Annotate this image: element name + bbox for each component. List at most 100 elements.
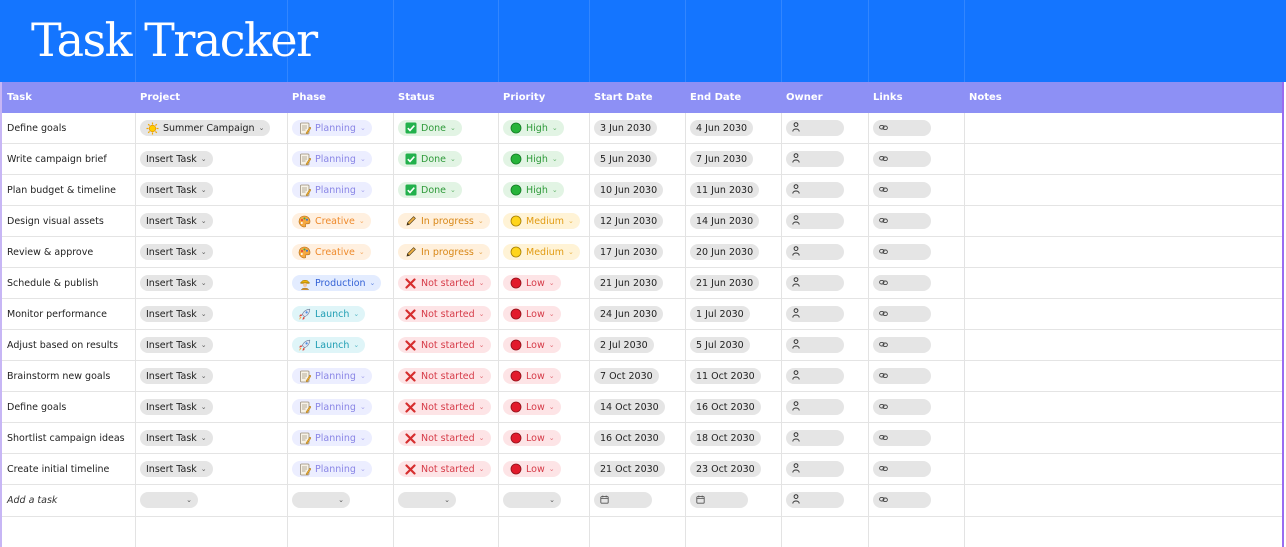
links-field[interactable] — [873, 151, 931, 167]
status-select[interactable]: Not started ⌄ — [398, 430, 491, 446]
status-select[interactable]: Not started ⌄ — [398, 368, 491, 384]
task-name[interactable]: Write campaign brief — [7, 154, 107, 165]
start-date[interactable]: 16 Oct 2030 — [594, 430, 665, 446]
status-select[interactable]: In progress ⌄ — [398, 244, 490, 260]
project-select[interactable]: Insert Task ⌄ — [140, 275, 213, 291]
owner-field[interactable] — [786, 399, 844, 415]
phase-select[interactable]: Planning ⌄ — [292, 120, 372, 136]
end-date[interactable]: 5 Jul 2030 — [690, 337, 750, 353]
owner-field[interactable] — [786, 213, 844, 229]
status-select[interactable]: Done ⌄ — [398, 120, 462, 136]
end-date[interactable]: 7 Jun 2030 — [690, 151, 754, 167]
priority-select[interactable]: Low ⌄ — [503, 275, 561, 291]
phase-select[interactable]: Launch ⌄ — [292, 306, 366, 322]
end-date[interactable]: 11 Jun 2030 — [690, 182, 760, 198]
project-select[interactable]: Summer Campaign ⌄ — [140, 120, 271, 136]
start-date[interactable]: 2 Jul 2030 — [594, 337, 654, 353]
task-name[interactable]: Brainstorm new goals — [7, 371, 110, 382]
links-field[interactable] — [873, 306, 931, 322]
column-header-start-date[interactable]: Start Date — [589, 82, 685, 113]
column-header-owner[interactable]: Owner — [781, 82, 868, 113]
cell-notes[interactable] — [964, 454, 1282, 484]
cell-notes[interactable] — [964, 144, 1282, 174]
cell-notes[interactable] — [964, 113, 1282, 143]
status-select[interactable]: Not started ⌄ — [398, 275, 491, 291]
empty-date-field[interactable] — [690, 492, 748, 508]
cell-notes[interactable] — [964, 392, 1282, 422]
column-header-links[interactable]: Links — [868, 82, 964, 113]
cell-notes[interactable] — [964, 206, 1282, 236]
task-name[interactable]: Adjust based on results — [7, 340, 118, 351]
start-date[interactable]: 12 Jun 2030 — [594, 213, 664, 229]
cell-notes[interactable] — [964, 237, 1282, 267]
end-date[interactable]: 11 Oct 2030 — [690, 368, 761, 384]
column-header-task[interactable]: Task — [2, 82, 135, 113]
links-field[interactable] — [873, 492, 931, 508]
priority-select[interactable]: High ⌄ — [503, 120, 564, 136]
cell-notes[interactable] — [964, 268, 1282, 298]
status-select[interactable]: Done ⌄ — [398, 182, 462, 198]
priority-select[interactable]: Low ⌄ — [503, 430, 561, 446]
links-field[interactable] — [873, 120, 931, 136]
links-field[interactable] — [873, 399, 931, 415]
owner-field[interactable] — [786, 275, 844, 291]
phase-select[interactable]: Production ⌄ — [292, 275, 382, 291]
status-select[interactable]: Not started ⌄ — [398, 461, 491, 477]
priority-select[interactable]: High ⌄ — [503, 182, 564, 198]
priority-select[interactable]: Low ⌄ — [503, 306, 561, 322]
project-select[interactable]: Insert Task ⌄ — [140, 182, 213, 198]
owner-field[interactable] — [786, 461, 844, 477]
priority-select[interactable]: Low ⌄ — [503, 337, 561, 353]
priority-select[interactable]: Low ⌄ — [503, 368, 561, 384]
start-date[interactable]: 5 Jun 2030 — [594, 151, 658, 167]
start-date[interactable]: 3 Jun 2030 — [594, 120, 658, 136]
phase-select[interactable]: Planning ⌄ — [292, 430, 372, 446]
start-date[interactable]: 7 Oct 2030 — [594, 368, 659, 384]
project-select[interactable]: Insert Task ⌄ — [140, 337, 213, 353]
column-header-project[interactable]: Project — [135, 82, 287, 113]
priority-select[interactable]: Low ⌄ — [503, 399, 561, 415]
priority-select[interactable]: High ⌄ — [503, 151, 564, 167]
owner-field[interactable] — [786, 368, 844, 384]
phase-select[interactable]: Planning ⌄ — [292, 151, 372, 167]
start-date[interactable]: 14 Oct 2030 — [594, 399, 665, 415]
task-name[interactable]: Schedule & publish — [7, 278, 98, 289]
owner-field[interactable] — [786, 492, 844, 508]
links-field[interactable] — [873, 275, 931, 291]
owner-field[interactable] — [786, 182, 844, 198]
end-date[interactable]: 16 Oct 2030 — [690, 399, 761, 415]
phase-select[interactable]: Planning ⌄ — [292, 461, 372, 477]
phase-select[interactable]: Creative ⌄ — [292, 244, 371, 260]
links-field[interactable] — [873, 337, 931, 353]
project-select[interactable]: Insert Task ⌄ — [140, 461, 213, 477]
status-select[interactable]: Not started ⌄ — [398, 306, 491, 322]
task-name[interactable]: Review & approve — [7, 247, 93, 258]
empty-select[interactable]: ⌄ — [398, 492, 456, 508]
end-date[interactable]: 1 Jul 2030 — [690, 306, 750, 322]
end-date[interactable]: 23 Oct 2030 — [690, 461, 761, 477]
column-header-phase[interactable]: Phase — [287, 82, 393, 113]
add-task-input[interactable]: Add a task — [7, 495, 57, 506]
links-field[interactable] — [873, 213, 931, 229]
start-date[interactable]: 24 Jun 2030 — [594, 306, 664, 322]
task-name[interactable]: Monitor performance — [7, 309, 107, 320]
column-header-notes[interactable]: Notes — [964, 82, 1282, 113]
task-name[interactable]: Define goals — [7, 402, 66, 413]
phase-select[interactable]: Launch ⌄ — [292, 337, 366, 353]
cell-notes[interactable] — [964, 175, 1282, 205]
project-select[interactable]: Insert Task ⌄ — [140, 399, 213, 415]
owner-field[interactable] — [786, 306, 844, 322]
phase-select[interactable]: Planning ⌄ — [292, 399, 372, 415]
task-name[interactable]: Shortlist campaign ideas — [7, 433, 125, 444]
cell-notes[interactable] — [964, 423, 1282, 453]
owner-field[interactable] — [786, 430, 844, 446]
end-date[interactable]: 20 Jun 2030 — [690, 244, 760, 260]
task-name[interactable]: Design visual assets — [7, 216, 104, 227]
end-date[interactable]: 4 Jun 2030 — [690, 120, 754, 136]
phase-select[interactable]: Planning ⌄ — [292, 368, 372, 384]
owner-field[interactable] — [786, 337, 844, 353]
empty-select[interactable]: ⌄ — [292, 492, 350, 508]
links-field[interactable] — [873, 244, 931, 260]
project-select[interactable]: Insert Task ⌄ — [140, 368, 213, 384]
phase-select[interactable]: Creative ⌄ — [292, 213, 371, 229]
